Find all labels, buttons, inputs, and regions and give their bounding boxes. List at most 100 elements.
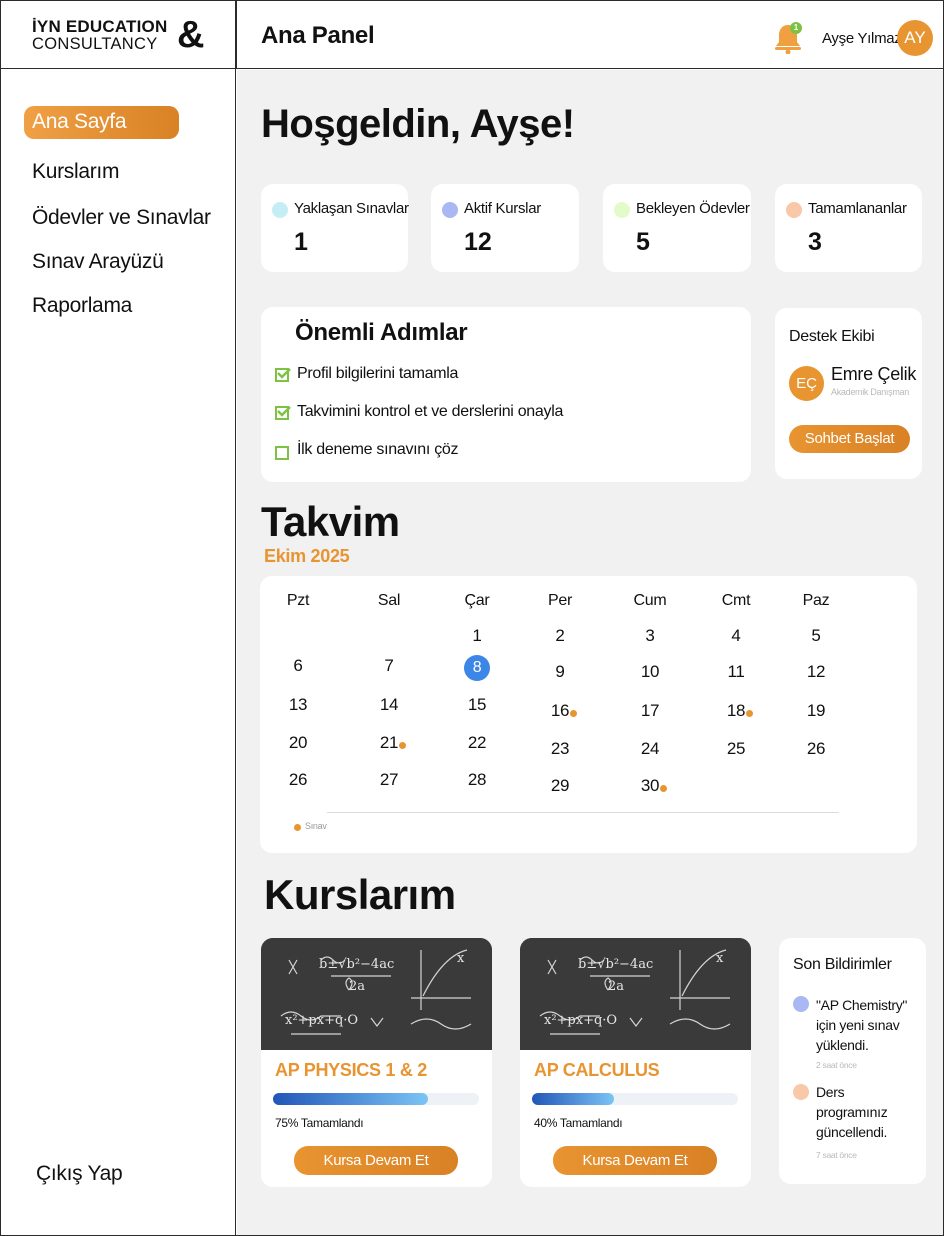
calendar-heading: Takvim — [261, 498, 400, 545]
calendar-day[interactable]: 13 — [289, 695, 308, 715]
svg-text:x: x — [716, 951, 724, 966]
continue-course-button[interactable]: Kursa Devam Et — [294, 1146, 458, 1175]
calendar-day[interactable]: 11 — [727, 662, 744, 682]
stat-value: 5 — [636, 228, 650, 256]
calendar-day[interactable]: 27 — [380, 770, 399, 790]
stat-value: 1 — [294, 228, 308, 256]
start-chat-button[interactable]: Sohbet Başlat — [789, 425, 910, 453]
stat-card-bekleyen-odevler[interactable]: Bekleyen Ödevler 5 — [603, 184, 751, 272]
support-team-card: Destek Ekibi EÇ Emre Çelik Akademik Danı… — [775, 308, 922, 479]
checkbox-checked-icon[interactable] — [275, 406, 291, 420]
course-progress-bar — [532, 1093, 738, 1105]
calendar-weekday: Pzt — [286, 592, 310, 609]
calendar-day[interactable]: 29 — [551, 776, 570, 796]
calendar-day[interactable]: 25 — [727, 739, 746, 759]
notification-dot — [793, 996, 809, 1012]
calendar-day[interactable]: 4 — [731, 626, 740, 646]
stat-card-tamamlananlar[interactable]: Tamamlananlar 3 — [775, 184, 922, 272]
calendar-day[interactable]: 14 — [380, 695, 399, 715]
calendar-day[interactable]: 18 — [727, 701, 746, 721]
calendar-day[interactable]: 30 — [641, 776, 660, 796]
notification-bell-button[interactable]: 1 — [773, 22, 803, 55]
stat-label: Bekleyen Ödevler — [636, 200, 750, 217]
exam-legend-dot — [294, 824, 301, 831]
course-chalkboard-image: b±√b²−4ac 2a x²+px+q·O x — [261, 938, 492, 1050]
calendar-day[interactable]: 12 — [807, 662, 826, 682]
course-chalkboard-image: b±√b²−4ac 2a x²+px+q·O x — [520, 938, 751, 1050]
calendar-divider — [327, 812, 839, 813]
notification-text[interactable]: "AP Chemistry" için yeni sınav yüklendi. — [816, 995, 916, 1055]
step-label: Takvimini kontrol et ve derslerini onayl… — [297, 403, 564, 420]
user-name[interactable]: Ayşe Yılmaz — [822, 30, 902, 47]
calendar-weekday: Paz — [802, 592, 830, 609]
welcome-heading: Hoşgeldin, Ayşe! — [261, 102, 575, 146]
step-label: İlk deneme sınavını çöz — [297, 441, 459, 458]
calendar-day[interactable]: 21 — [380, 733, 399, 753]
courses-heading: Kurslarım — [264, 871, 456, 918]
calendar-day[interactable]: 22 — [468, 733, 487, 753]
advisor-name: Emre Çelik — [831, 364, 917, 384]
sidebar-item-sinav-arayuzu[interactable]: Sınav Arayüzü — [32, 250, 164, 274]
sidebar-item-odevler-ve-sinavlar[interactable]: Ödevler ve Sınavlar — [32, 206, 211, 230]
sidebar-item-ana-sayfa[interactable]: Ana Sayfa — [24, 106, 179, 139]
calendar-day[interactable]: 1 — [472, 626, 481, 646]
sidebar-item-kurslarim[interactable]: Kurslarım — [32, 160, 119, 184]
support-title: Destek Ekibi — [789, 328, 875, 345]
calendar-day[interactable]: 20 — [289, 733, 308, 753]
calendar-weekday: Cmt — [721, 592, 751, 609]
stat-card-aktif-kurslar[interactable]: Aktif Kurslar 12 — [431, 184, 579, 272]
recent-notifications-card: Son Bildirimler "AP Chemistry" için yeni… — [779, 938, 926, 1184]
notification-text[interactable]: Ders programınız güncellendi. — [816, 1082, 916, 1142]
calendar-day[interactable]: 26 — [807, 739, 826, 759]
stat-value: 3 — [808, 228, 822, 256]
notifications-title: Son Bildirimler — [793, 956, 892, 973]
checkbox-checked-icon[interactable] — [275, 368, 291, 382]
calendar-day-today[interactable]: 8 — [464, 655, 490, 681]
calendar-day[interactable]: 6 — [293, 656, 302, 676]
svg-text:2a: 2a — [349, 979, 365, 994]
svg-text:b±√b²−4ac: b±√b²−4ac — [578, 957, 653, 972]
stat-dot — [442, 202, 458, 218]
calendar-weekday: Çar — [464, 592, 490, 609]
sidebar-item-raporlama[interactable]: Raporlama — [32, 294, 132, 318]
svg-text:x: x — [457, 951, 465, 966]
calendar-day[interactable]: 5 — [811, 626, 820, 646]
important-steps-card: Önemli Adımlar Profil bilgilerini tamaml… — [261, 307, 751, 482]
brand-ampersand: & — [177, 14, 205, 56]
course-card-ap-calculus[interactable]: b±√b²−4ac 2a x²+px+q·O x AP CALCULUS 40% T… — [520, 938, 751, 1187]
calendar-day[interactable]: 26 — [289, 770, 308, 790]
calendar-day[interactable]: 24 — [641, 739, 660, 759]
logout-button[interactable]: Çıkış Yap — [36, 1162, 123, 1186]
exam-marker-dot — [570, 710, 577, 717]
course-card-ap-physics[interactable]: b±√b²−4ac 2a x²+px+q·O x AP PHYSICS 1 & 2 … — [261, 938, 492, 1187]
course-progress-label: 75% Tamamlandı — [275, 1116, 364, 1130]
calendar-day[interactable]: 7 — [384, 656, 393, 676]
stat-value: 12 — [464, 228, 492, 256]
user-avatar[interactable]: AY — [897, 20, 933, 56]
notification-count-badge: 1 — [790, 22, 802, 34]
stat-label: Yaklaşan Sınavlar — [294, 200, 409, 217]
calendar-day[interactable]: 10 — [641, 662, 660, 682]
calendar-day[interactable]: 17 — [641, 701, 660, 721]
calendar-day[interactable]: 2 — [555, 626, 564, 646]
calendar-day[interactable]: 9 — [555, 662, 564, 682]
important-steps-title: Önemli Adımlar — [295, 319, 468, 346]
brand-logo[interactable]: İYN EDUCATION CONSULTANCY & — [32, 16, 204, 54]
calendar-day[interactable]: 28 — [468, 770, 487, 790]
svg-text:b±√b²−4ac: b±√b²−4ac — [319, 957, 394, 972]
continue-course-button[interactable]: Kursa Devam Et — [553, 1146, 717, 1175]
calendar-day[interactable]: 16 — [551, 701, 570, 721]
checkbox-unchecked-icon[interactable] — [275, 446, 289, 460]
calendar-day[interactable]: 19 — [807, 701, 826, 721]
advisor-avatar: EÇ — [789, 366, 824, 401]
stat-card-yaklasan-sinavlar[interactable]: Yaklaşan Sınavlar 1 — [261, 184, 409, 272]
advisor-role: Akademik Danışman — [831, 387, 909, 397]
course-name: AP PHYSICS 1 & 2 — [275, 1060, 427, 1080]
calendar-day[interactable]: 15 — [468, 695, 487, 715]
calendar-day[interactable]: 3 — [645, 626, 654, 646]
course-progress-bar — [273, 1093, 479, 1105]
notification-time: 7 saat önce — [816, 1150, 857, 1160]
calendar-month: Ekim 2025 — [264, 546, 350, 566]
exam-marker-dot — [399, 742, 406, 749]
calendar-day[interactable]: 23 — [551, 739, 570, 759]
